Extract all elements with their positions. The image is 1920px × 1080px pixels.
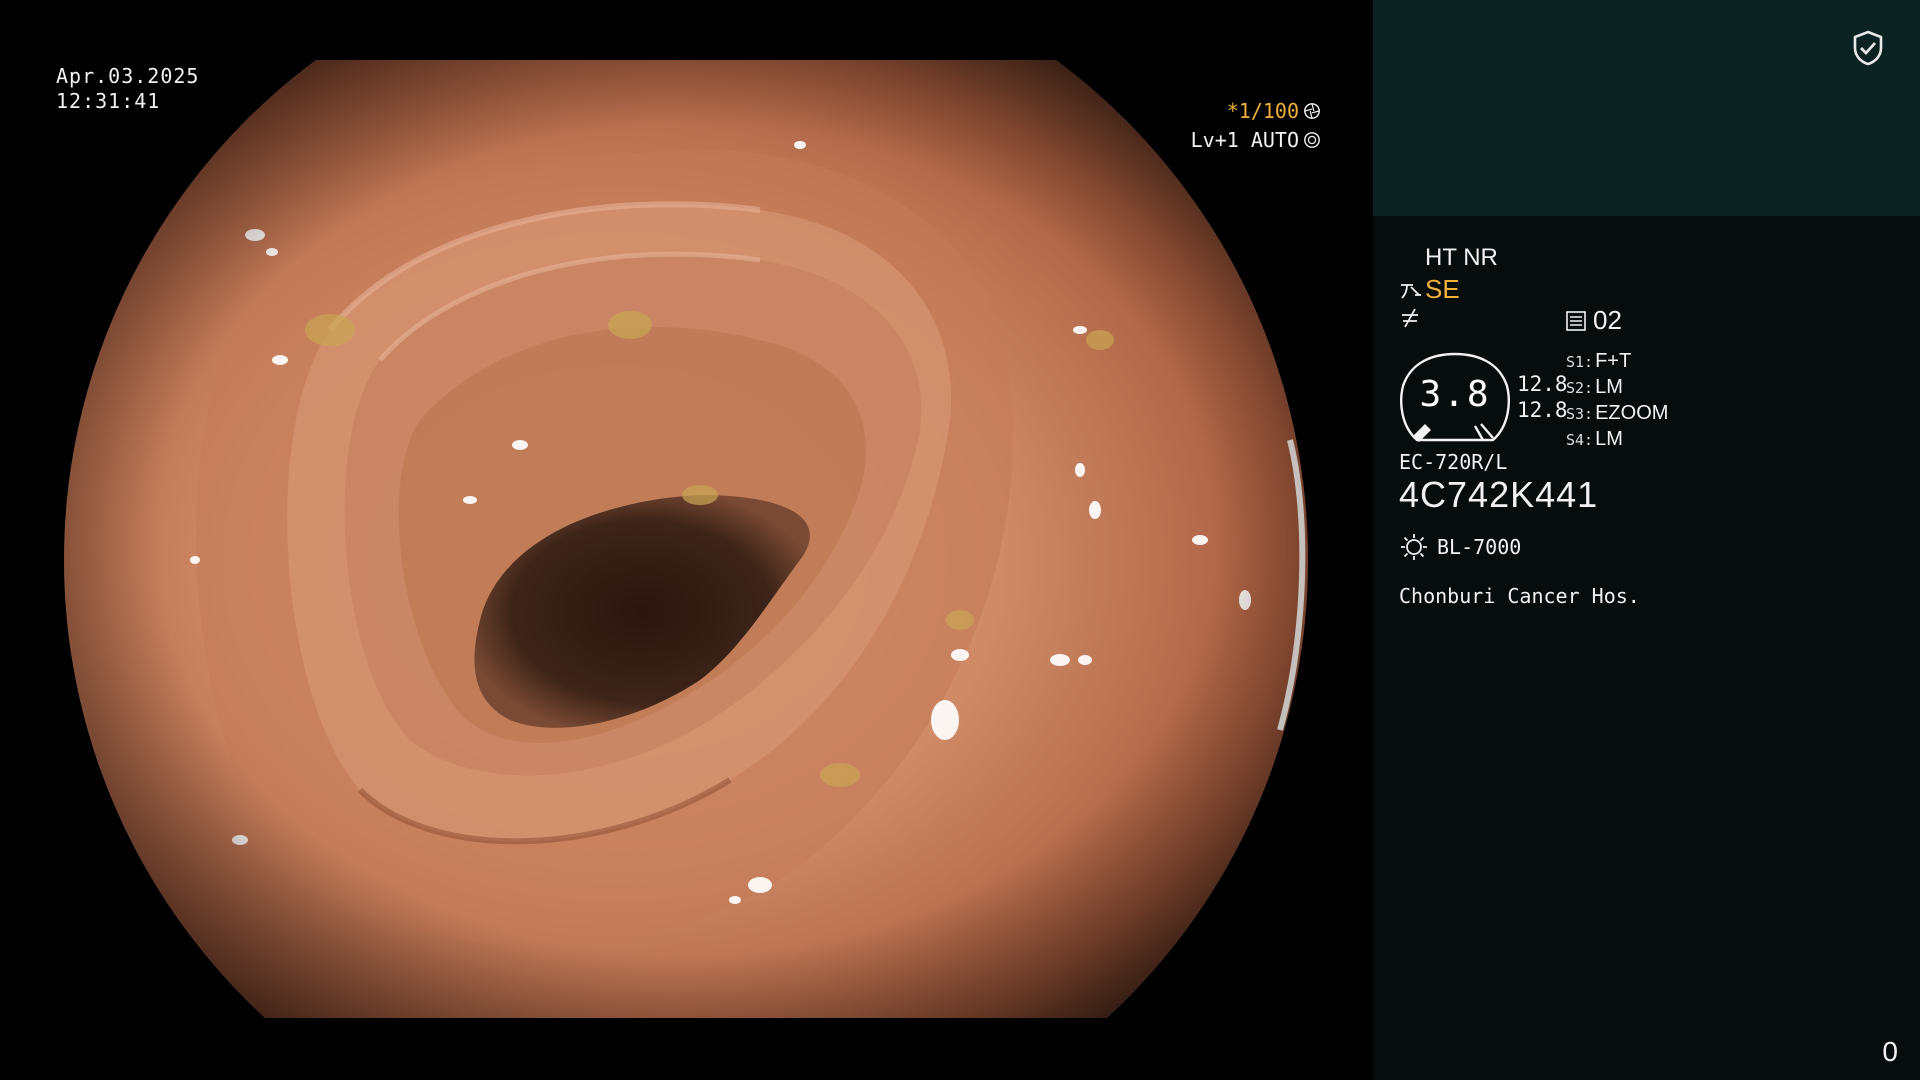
- zoom-gauge-value: 3.8: [1419, 374, 1491, 415]
- enhancement-value: SE: [1425, 274, 1460, 304]
- panel-header: [1373, 0, 1920, 216]
- enhancement-icon: [1401, 283, 1421, 299]
- switch-s4: S4: LM: [1566, 427, 1668, 453]
- exam-time: 12:31:41: [56, 89, 161, 113]
- switch-value: LM: [1595, 376, 1623, 398]
- shutter-speed-value: *1/100: [1226, 99, 1299, 123]
- scope-serial-number: 4C742K441: [1399, 474, 1599, 515]
- switch-s1: S1: F+T: [1566, 349, 1668, 375]
- switch-key: S4:: [1566, 431, 1594, 449]
- ht-nr-label: HT NR: [1425, 244, 1498, 271]
- info-panel: HT NR SE 02 3.8 12.8 12.8 S1: F+T S2: LM…: [1373, 0, 1920, 1080]
- zoom-value-a: 12.8: [1517, 372, 1568, 396]
- switch-value: LM: [1595, 428, 1623, 450]
- memory-icon: [1566, 310, 1586, 331]
- switch-value: EZOOM: [1595, 402, 1669, 424]
- scope-switch-list: S1: F+T S2: LM S3: EZOOM S4: LM: [1566, 349, 1668, 453]
- switch-value: F+T: [1595, 350, 1632, 372]
- endoscopy-screen: Apr.03.2025 12:31:41 *1/100 Lv+1 AUTO HT…: [0, 0, 1920, 1080]
- color-mode-icon: [1402, 308, 1418, 328]
- switch-key: S2:: [1566, 379, 1594, 397]
- shutter-speed-indicator: *1/100: [1227, 99, 1321, 123]
- memory-indicator: 02: [1565, 305, 1622, 336]
- switch-s2: S2: LM: [1566, 375, 1668, 401]
- brightness-level-value: Lv+1 AUTO: [1190, 128, 1299, 152]
- brightness-level-indicator: Lv+1 AUTO: [1191, 128, 1321, 152]
- colon-lumen-image: [64, 60, 1308, 1018]
- memory-value: 02: [1593, 305, 1622, 335]
- exam-date: Apr.03.2025: [56, 64, 200, 88]
- image-counter: 0: [1882, 1036, 1898, 1067]
- switch-s3: S3: EZOOM: [1566, 401, 1668, 427]
- switch-key: S3:: [1566, 405, 1594, 423]
- scope-model: EC-720R/L: [1399, 450, 1508, 474]
- hospital-name: Chonburi Cancer Hos.: [1399, 584, 1640, 608]
- endoscope-view: Apr.03.2025 12:31:41 *1/100 Lv+1 AUTO: [0, 0, 1373, 1080]
- structure-enhancement-indicator: SE: [1399, 274, 1460, 305]
- light-source-value: BL-7000: [1437, 535, 1522, 559]
- switch-key: S1:: [1566, 353, 1594, 371]
- shield-check-icon[interactable]: [1852, 30, 1884, 66]
- zoom-value-b: 12.8: [1517, 398, 1568, 422]
- aperture-icon: [1304, 103, 1320, 119]
- iris-icon: [1304, 132, 1320, 148]
- light-source-indicator: BL-7000: [1399, 532, 1521, 562]
- light-source-icon: [1401, 534, 1427, 560]
